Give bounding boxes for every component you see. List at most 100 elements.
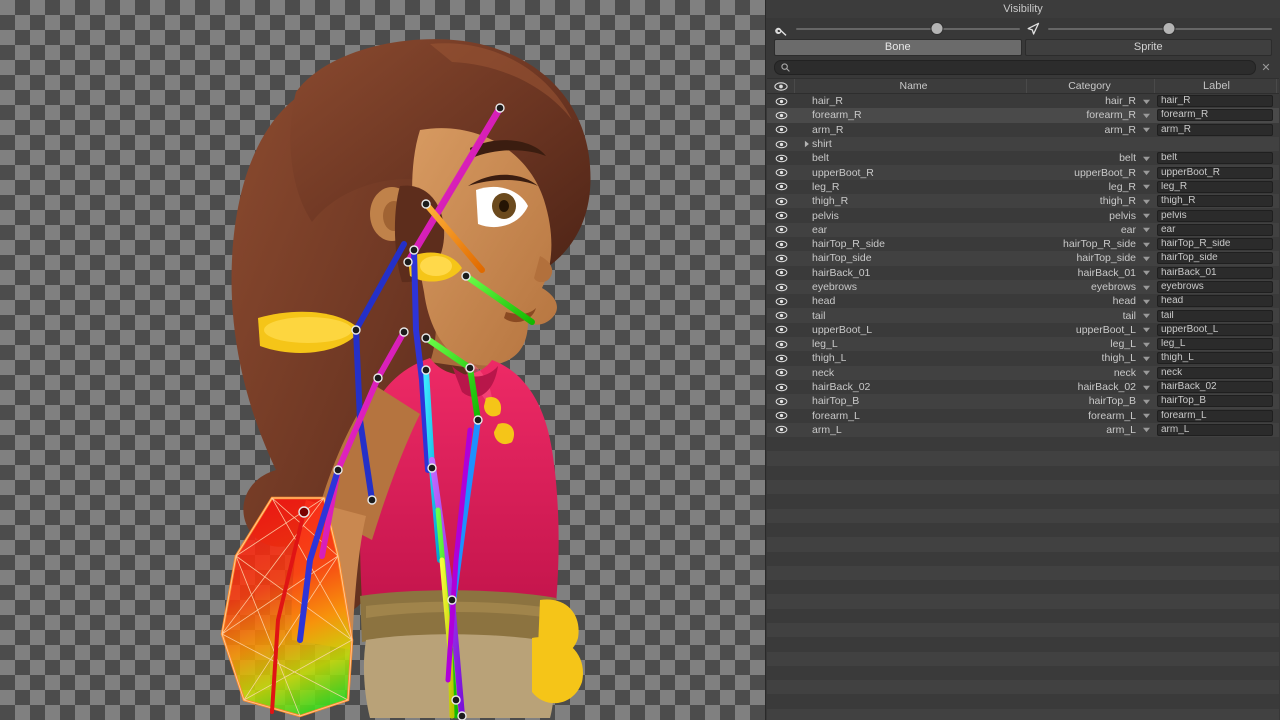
row-name[interactable]: thigh_R <box>795 194 1027 208</box>
row-category[interactable]: upperBoot_L <box>1027 323 1155 337</box>
row-category[interactable]: forearm_R <box>1027 108 1155 122</box>
row-name[interactable]: tail <box>795 309 1027 323</box>
table-row[interactable]: head head head <box>767 294 1279 309</box>
row-label[interactable]: forearm_L <box>1155 409 1277 423</box>
row-category[interactable]: hairTop_side <box>1027 251 1155 265</box>
chevron-down-icon[interactable] <box>1140 241 1153 248</box>
column-header-category[interactable]: Category <box>1027 79 1155 93</box>
row-label[interactable] <box>1155 137 1277 151</box>
row-category[interactable]: hair_R <box>1027 94 1155 108</box>
row-label[interactable]: arm_L <box>1155 423 1277 437</box>
row-label[interactable]: forearm_R <box>1155 108 1277 122</box>
chevron-down-icon[interactable] <box>1140 255 1153 262</box>
row-category[interactable]: upperBoot_R <box>1027 166 1155 180</box>
tab-sprite[interactable]: Sprite <box>1024 39 1272 56</box>
row-label-input[interactable]: forearm_R <box>1157 109 1273 122</box>
row-category[interactable]: head <box>1027 294 1155 308</box>
row-label-input[interactable]: leg_R <box>1157 180 1273 193</box>
row-label-input[interactable]: upperBoot_L <box>1157 323 1273 336</box>
table-row[interactable]: pelvis pelvis pelvis <box>767 208 1279 223</box>
row-label-input[interactable]: thigh_R <box>1157 195 1273 208</box>
row-name[interactable]: forearm_R <box>795 108 1027 122</box>
row-label-input[interactable]: thigh_L <box>1157 352 1273 365</box>
close-icon[interactable]: ✕ <box>1260 62 1272 74</box>
row-visibility-toggle[interactable] <box>767 309 795 323</box>
table-row[interactable]: arm_L arm_L arm_L <box>767 422 1279 438</box>
row-label[interactable]: belt <box>1155 151 1277 165</box>
chevron-down-icon[interactable] <box>1140 369 1153 376</box>
row-visibility-toggle[interactable] <box>767 337 795 351</box>
table-row[interactable]: upperBoot_R upperBoot_R upperBoot_R <box>767 165 1279 180</box>
row-label[interactable]: hairTop_R_side <box>1155 237 1277 251</box>
row-label-input[interactable]: forearm_L <box>1157 409 1273 422</box>
table-row[interactable]: hairTop_B hairTop_B hairTop_B <box>767 394 1279 409</box>
row-name[interactable]: head <box>795 294 1027 308</box>
table-row[interactable]: forearm_R forearm_R forearm_R <box>767 108 1279 123</box>
foldout-icon[interactable] <box>801 140 812 148</box>
row-label[interactable]: hairBack_01 <box>1155 266 1277 280</box>
table-row[interactable]: thigh_R thigh_R thigh_R <box>767 194 1279 209</box>
chevron-down-icon[interactable] <box>1140 112 1153 119</box>
table-row[interactable]: arm_R arm_R arm_R <box>767 122 1279 137</box>
row-name[interactable]: hairBack_02 <box>795 380 1027 394</box>
row-category[interactable]: hairBack_02 <box>1027 380 1155 394</box>
row-label-input[interactable]: neck <box>1157 366 1273 379</box>
row-visibility-toggle[interactable] <box>767 94 795 108</box>
row-label[interactable]: eyebrows <box>1155 280 1277 294</box>
chevron-down-icon[interactable] <box>1140 341 1153 348</box>
row-label-input[interactable]: leg_L <box>1157 338 1273 351</box>
table-row[interactable]: ear ear ear <box>767 222 1279 237</box>
row-name[interactable]: arm_L <box>795 423 1027 437</box>
row-category[interactable]: thigh_L <box>1027 351 1155 365</box>
row-label[interactable]: upperBoot_R <box>1155 166 1277 180</box>
chevron-down-icon[interactable] <box>1140 426 1153 433</box>
row-visibility-toggle[interactable] <box>767 380 795 394</box>
chevron-down-icon[interactable] <box>1140 169 1153 176</box>
row-label-input[interactable]: hairTop_R_side <box>1157 238 1273 251</box>
row-visibility-toggle[interactable] <box>767 394 795 408</box>
chevron-down-icon[interactable] <box>1140 355 1153 362</box>
row-label-input[interactable]: hairTop_side <box>1157 252 1273 265</box>
row-label-input[interactable]: head <box>1157 295 1273 308</box>
table-row[interactable]: hairTop_side hairTop_side hairTop_side <box>767 251 1279 266</box>
chevron-down-icon[interactable] <box>1140 269 1153 276</box>
table-row[interactable]: hairTop_R_side hairTop_R_side hairTop_R_si… <box>767 236 1279 252</box>
row-label[interactable]: neck <box>1155 366 1277 380</box>
row-visibility-toggle[interactable] <box>767 180 795 194</box>
row-label[interactable]: hair_R <box>1155 94 1277 108</box>
column-header-visibility[interactable] <box>767 79 795 93</box>
chevron-down-icon[interactable] <box>1140 326 1153 333</box>
row-visibility-toggle[interactable] <box>767 423 795 437</box>
row-category[interactable]: arm_L <box>1027 423 1155 437</box>
row-label-input[interactable]: ear <box>1157 223 1273 236</box>
row-label-input[interactable]: hairBack_02 <box>1157 381 1273 394</box>
chevron-down-icon[interactable] <box>1140 412 1153 419</box>
row-visibility-toggle[interactable] <box>767 323 795 337</box>
sprite-opacity-slider[interactable] <box>1026 22 1272 36</box>
row-visibility-toggle[interactable] <box>767 108 795 122</box>
column-header-label[interactable]: Label <box>1155 79 1277 93</box>
row-visibility-toggle[interactable] <box>767 237 795 251</box>
tab-bone[interactable]: Bone <box>774 39 1022 56</box>
row-category[interactable]: arm_R <box>1027 123 1155 137</box>
row-visibility-toggle[interactable] <box>767 209 795 223</box>
row-category[interactable] <box>1027 137 1155 151</box>
row-name[interactable]: hairBack_01 <box>795 266 1027 280</box>
chevron-down-icon[interactable] <box>1140 284 1153 291</box>
sprite-opacity-knob[interactable] <box>1163 23 1175 34</box>
row-label-input[interactable]: arm_R <box>1157 123 1273 136</box>
chevron-down-icon[interactable] <box>1140 126 1153 133</box>
row-name[interactable]: hairTop_R_side <box>795 237 1027 251</box>
row-name[interactable]: forearm_L <box>795 409 1027 423</box>
row-category[interactable]: forearm_L <box>1027 409 1155 423</box>
row-category[interactable]: hairBack_01 <box>1027 266 1155 280</box>
row-category[interactable]: hairTop_B <box>1027 394 1155 408</box>
table-row[interactable]: thigh_L thigh_L thigh_L <box>767 351 1279 366</box>
row-name[interactable]: upperBoot_R <box>795 166 1027 180</box>
row-label[interactable]: pelvis <box>1155 209 1277 223</box>
column-header-name[interactable]: Name <box>795 79 1027 93</box>
row-label[interactable]: tail <box>1155 309 1277 323</box>
chevron-down-icon[interactable] <box>1140 298 1153 305</box>
row-name[interactable]: thigh_L <box>795 351 1027 365</box>
row-label-input[interactable]: upperBoot_R <box>1157 166 1273 179</box>
